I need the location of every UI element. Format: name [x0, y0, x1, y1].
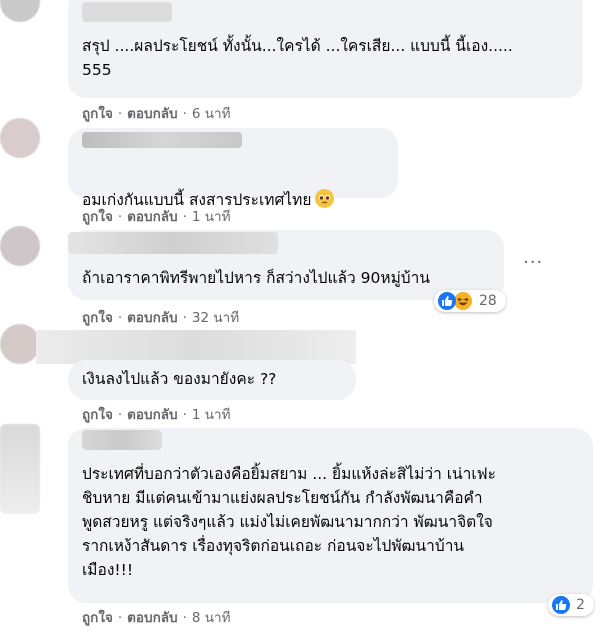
separator: · — [182, 310, 187, 326]
like-link[interactable]: ถูกใจ — [82, 209, 113, 225]
comment-actions: ถูกใจ · ตอบกลับ · 32 นาที — [82, 306, 239, 328]
reaction-count: 2 — [576, 597, 585, 613]
like-link[interactable]: ถูกใจ — [82, 407, 113, 423]
like-link[interactable]: ถูกใจ — [82, 610, 113, 626]
comment-bubble: ประเทศที่บอกว่าตัวเองคือยิ้มสยาม ... ยิ้… — [68, 428, 593, 603]
reply-link[interactable]: ตอบกลับ — [127, 610, 177, 626]
reply-link[interactable]: ตอบกลับ — [127, 106, 177, 122]
commenter-name-blurred[interactable] — [82, 2, 172, 22]
separator: · — [117, 610, 123, 626]
more-options-button[interactable]: ··· — [523, 252, 543, 273]
separator: · — [182, 106, 187, 122]
comment-text: สรุป ....ผลประโยชน์ ทั้งนั้น...ใครได้ ..… — [82, 37, 513, 79]
comment-bubble: สรุป ....ผลประโยชน์ ทั้งนั้น...ใครได้ ..… — [68, 0, 583, 98]
comment-text: ประเทศที่บอกว่าตัวเองคือยิ้มสยาม ... ยิ้… — [82, 465, 496, 579]
commenter-name-blurred[interactable] — [82, 430, 162, 450]
separator: · — [182, 209, 187, 225]
timestamp[interactable]: 8 นาที — [192, 610, 231, 626]
avatar[interactable] — [0, 0, 40, 22]
reply-link[interactable]: ตอบกลับ — [127, 407, 177, 423]
comment-bubble: ถ้าเอาราคาพิทรีพายไปหาร ก็สว่างไปแล้ว 90… — [68, 230, 504, 300]
pleading-face-emoji — [315, 189, 335, 208]
avatar[interactable] — [0, 424, 40, 514]
like-link[interactable]: ถูกใจ — [82, 106, 113, 122]
timestamp[interactable]: 32 นาที — [192, 310, 239, 326]
like-icon — [552, 596, 570, 614]
avatar[interactable] — [0, 226, 40, 266]
comment-actions: ถูกใจ · ตอบกลับ · 8 นาที — [82, 606, 231, 628]
separator: · — [117, 209, 123, 225]
comment-text: เงินลงไปแล้ว ของมายังคะ ?? — [82, 370, 277, 388]
separator: · — [117, 106, 123, 122]
avatar[interactable] — [0, 324, 40, 364]
timestamp[interactable]: 1 นาที — [192, 209, 231, 225]
commenter-name-blurred[interactable] — [68, 232, 278, 254]
separator: · — [117, 310, 123, 326]
comment-actions: ถูกใจ · ตอบกลับ · 6 นาที — [82, 102, 231, 124]
separator: · — [182, 610, 187, 626]
separator: · — [182, 407, 187, 423]
commenter-name-blurred[interactable] — [82, 132, 242, 148]
like-icon — [438, 292, 456, 310]
reactions-summary[interactable]: 28 — [434, 290, 506, 312]
reaction-count: 28 — [479, 293, 497, 309]
comment-actions: ถูกใจ · ตอบกลับ · 1 นาที — [82, 403, 231, 425]
like-link[interactable]: ถูกใจ — [82, 310, 113, 326]
commenter-name-blurred[interactable] — [36, 330, 356, 364]
reply-link[interactable]: ตอบกลับ — [127, 209, 177, 225]
comment-bubble: อมเก่งกันแบบนี้ สงสารประเทศไทย — [68, 128, 398, 209]
comment-actions: ถูกใจ · ตอบกลับ · 1 นาที — [82, 205, 231, 227]
timestamp[interactable]: 6 นาที — [192, 106, 231, 122]
separator: · — [117, 407, 123, 423]
comment-bubble: เงินลงไปแล้ว ของมายังคะ ?? — [68, 360, 356, 400]
timestamp[interactable]: 1 นาที — [192, 407, 231, 423]
comment-text: ถ้าเอาราคาพิทรีพายไปหาร ก็สว่างไปแล้ว 90… — [82, 269, 430, 287]
haha-icon — [453, 291, 473, 311]
avatar[interactable] — [0, 118, 40, 158]
reactions-summary[interactable]: 2 — [548, 594, 594, 616]
reply-link[interactable]: ตอบกลับ — [127, 310, 177, 326]
